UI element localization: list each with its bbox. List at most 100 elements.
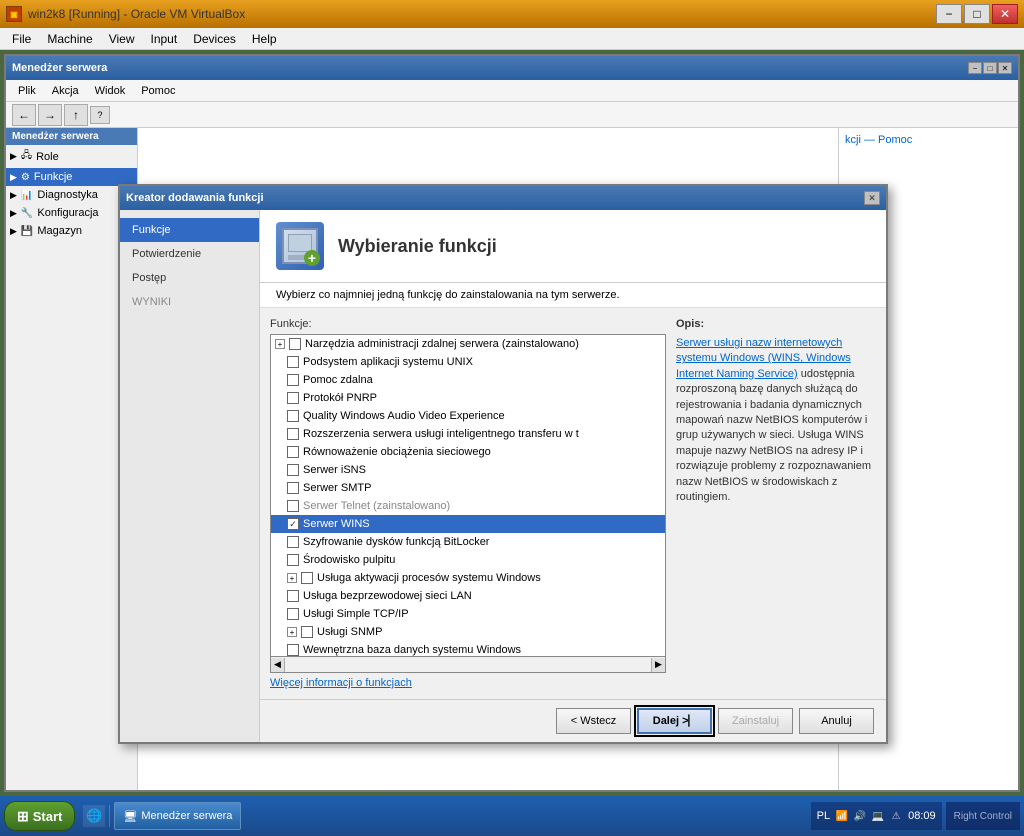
cb-telnet[interactable] [287, 500, 299, 512]
feature-item-wlan[interactable]: Usługa bezprzewodowej sieci LAN [271, 587, 665, 605]
clock[interactable]: 08:09 [908, 810, 936, 822]
vbox-minimize-button[interactable]: − [936, 4, 962, 24]
feature-item-smtp[interactable]: Serwer SMTP [271, 479, 665, 497]
back-button[interactable]: < Wstecz [556, 708, 631, 734]
sm-taskbar-icon: 🖥 [123, 810, 137, 823]
sidebar-item-role[interactable]: ▶ 🖧 Role [6, 145, 137, 168]
cb-pomoc[interactable] [287, 374, 299, 386]
sm-menu-plik[interactable]: Plik [10, 83, 44, 99]
feature-text-pnrp: Protokół PNRP [303, 392, 377, 404]
cb-isns[interactable] [287, 464, 299, 476]
cb-smtp[interactable] [287, 482, 299, 494]
feature-item-simple-tcp[interactable]: Usługi Simple TCP/IP [271, 605, 665, 623]
feature-item-telnet[interactable]: Serwer Telnet (zainstalowano) [271, 497, 665, 515]
cb-widb[interactable] [287, 644, 299, 656]
vbox-restore-button[interactable]: □ [964, 4, 990, 24]
feature-item-snmp[interactable]: + Usługi SNMP [271, 623, 665, 641]
feature-item-widb[interactable]: Wewnętrzna baza danych systemu Windows [271, 641, 665, 657]
vm-content-area: Menedżer serwera − □ ✕ Plik Akcja Widok … [0, 54, 1024, 800]
cb-pnrp[interactable] [287, 392, 299, 404]
feature-item-desktop[interactable]: Środowisko pulpitu [271, 551, 665, 569]
nav-item-postep[interactable]: Postęp [120, 266, 259, 290]
cb-was[interactable] [301, 572, 313, 584]
cb-quality[interactable] [287, 410, 299, 422]
sm-toolbar: ← → ↑ ? [6, 102, 1018, 128]
sm-minimize-button[interactable]: − [968, 62, 982, 74]
ql-ie-icon[interactable]: 🌐 [83, 805, 105, 827]
cancel-button[interactable]: Anuluj [799, 708, 874, 734]
feature-item-bitlocker[interactable]: Szyfrowanie dysków funkcją BitLocker [271, 533, 665, 551]
cb-nlb[interactable] [287, 446, 299, 458]
vbox-close-button[interactable]: ✕ [992, 4, 1018, 24]
menu-input[interactable]: Input [143, 30, 186, 48]
taskbar-item-sm[interactable]: 🖥 Menedżer serwera [114, 802, 241, 830]
menu-help[interactable]: Help [244, 30, 285, 48]
cb-simple-tcp[interactable] [287, 608, 299, 620]
dialog-titlebar: Kreator dodawania funkcji ✕ [120, 186, 886, 210]
h-scrollbar[interactable]: ◀ ▶ [270, 657, 666, 673]
sm-menu-widok[interactable]: Widok [87, 83, 134, 99]
dialog-close-button[interactable]: ✕ [864, 191, 880, 205]
feature-item-pnrp[interactable]: Protokół PNRP [271, 389, 665, 407]
cb-wins[interactable] [287, 518, 299, 530]
sm-help-button[interactable]: ? [90, 106, 110, 124]
nav-item-funkcje[interactable]: Funkcje [120, 218, 259, 242]
system-tray: PL 📶 🔊 💻 ⚠ 08:09 [811, 802, 942, 830]
language-indicator[interactable]: PL [817, 810, 830, 822]
cb-desktop[interactable] [287, 554, 299, 566]
expand-icon-2: ▶ [10, 172, 17, 183]
feature-item-was[interactable]: + Usługa aktywacji procesów systemu Wind… [271, 569, 665, 587]
feature-item-nlb[interactable]: Równoważenie obciążenia sieciowego [271, 443, 665, 461]
feature-item-bits[interactable]: Rozszerzenia serwera usługi inteligentne… [271, 425, 665, 443]
feature-item-wins[interactable]: Serwer WINS [271, 515, 665, 533]
sm-back-button[interactable]: ← [12, 104, 36, 126]
sm-menu-akcja[interactable]: Akcja [44, 83, 87, 99]
feature-item-quality[interactable]: Quality Windows Audio Video Experience [271, 407, 665, 425]
feature-item-isns[interactable]: Serwer iSNS [271, 461, 665, 479]
expand-btn-was[interactable]: + [287, 573, 297, 583]
expand-btn-narzedzia[interactable]: + [275, 339, 285, 349]
sm-close-button[interactable]: ✕ [998, 62, 1012, 74]
dialog-header: + Wybieranie funkcji [260, 210, 886, 283]
desc-text: Serwer usługi nazw internetowych systemu… [676, 336, 876, 505]
menu-file[interactable]: File [4, 30, 39, 48]
windows-orb-icon: ⊞ [17, 808, 29, 825]
sm-forward-button[interactable]: → [38, 104, 62, 126]
vbox-icon: ▣ [6, 6, 22, 22]
cb-narzedzia[interactable] [289, 338, 301, 350]
menu-view[interactable]: View [101, 30, 143, 48]
features-listbox[interactable]: + Narzędzia administracji zdalnej serwer… [270, 334, 666, 657]
sm-up-button[interactable]: ↑ [64, 104, 88, 126]
feature-item-unix[interactable]: Podsystem aplikacji systemu UNIX [271, 353, 665, 371]
cb-unix[interactable] [287, 356, 299, 368]
start-button[interactable]: ⊞ Start [4, 801, 75, 831]
nav-item-potwierdzenie[interactable]: Potwierdzenie [120, 242, 259, 266]
cb-snmp[interactable] [301, 626, 313, 638]
sm-menu-pomoc[interactable]: Pomoc [133, 83, 183, 99]
feature-item-narzedzia[interactable]: + Narzędzia administracji zdalnej serwer… [271, 335, 665, 353]
cb-bits[interactable] [287, 428, 299, 440]
expand-btn-snmp[interactable]: + [287, 627, 297, 637]
cb-wlan[interactable] [287, 590, 299, 602]
menu-machine[interactable]: Machine [39, 30, 100, 48]
feature-text-wlan: Usługa bezprzewodowej sieci LAN [303, 590, 472, 602]
config-icon: 🔧 [21, 208, 33, 219]
feature-text-quality: Quality Windows Audio Video Experience [303, 410, 505, 422]
h-scroll-right[interactable]: ▶ [651, 658, 665, 672]
cursor-indicator: ▏ [689, 716, 697, 727]
help-link[interactable]: kcji — Pomoc [845, 134, 912, 146]
feature-text-bits: Rozszerzenia serwera usługi inteligentne… [303, 428, 579, 440]
next-button[interactable]: Dalej > ▏ [637, 708, 712, 734]
cb-bitlocker[interactable] [287, 536, 299, 548]
feature-item-pomoc[interactable]: Pomoc zdalna [271, 371, 665, 389]
warning-icon: ⚠ [888, 808, 904, 824]
dialog-header-icon: + [276, 222, 324, 270]
more-info-link[interactable]: Więcej informacji o funkcjach [270, 677, 666, 689]
menu-devices[interactable]: Devices [185, 30, 244, 48]
feature-text-widb: Wewnętrzna baza danych systemu Windows [303, 644, 521, 656]
vbox-title-left: ▣ win2k8 [Running] - Oracle VM VirtualBo… [6, 6, 245, 22]
h-scroll-left[interactable]: ◀ [271, 658, 285, 672]
desc-label: Opis: [676, 318, 876, 330]
feature-text-isns: Serwer iSNS [303, 464, 366, 476]
sm-restore-button[interactable]: □ [983, 62, 997, 74]
